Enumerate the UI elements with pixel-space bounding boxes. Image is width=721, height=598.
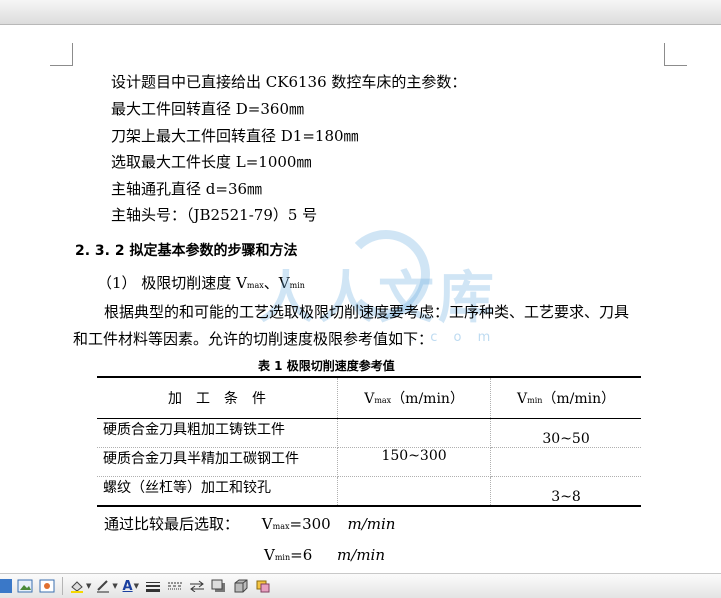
cell-vmin: 30~50 [490, 418, 641, 448]
result-vmin-value: =6 [290, 546, 313, 564]
header-vmax: Vmax（m/min） [336, 376, 492, 419]
cell-vmax: 150~300 [336, 447, 492, 477]
header-vmin-unit: （m/min） [542, 391, 616, 407]
result-vmax-unit: m/min [347, 515, 396, 533]
fill-color-icon[interactable]: ▼ [69, 576, 91, 596]
line-color-icon[interactable]: ▼ [95, 576, 118, 596]
result-vmax-symbol: V [261, 515, 273, 533]
toolbar-separator [62, 577, 63, 595]
doc-line: 主轴通孔直径 d=36㎜ [111, 180, 263, 198]
result-intro: 通过比较最后选取： [104, 515, 240, 533]
line-style-icon[interactable] [144, 576, 162, 596]
doc-line: 设计题目中已直接给出 CK6136 数控车床的主参数： [111, 73, 467, 91]
fill-color-dropdown-icon[interactable]: ▼ [86, 582, 91, 590]
insert-picture-icon[interactable] [16, 576, 34, 596]
3d-style-icon[interactable] [232, 576, 250, 596]
result-vmax: Vmax=300 [262, 515, 331, 533]
table-caption: 表 1 极限切削速度参考值 [258, 359, 395, 373]
header-vmin-sub: min [527, 396, 543, 405]
result-vmax-value: =300 [289, 515, 331, 533]
speed-table: 加 工 条 件 Vmax（m/min） Vmin（m/min） 硬质合金刀具粗加… [97, 376, 641, 507]
paragraph-line: 根据典型的和可能的工艺选取极限切削速度要考虑：工序种类、工艺要求、刀具 [104, 303, 630, 321]
text-box-icon[interactable] [0, 579, 12, 593]
header-vmax-unit: （m/min） [391, 391, 464, 407]
result-vmin-sub: min [274, 553, 291, 562]
header-vmax-symbol: V [364, 391, 375, 407]
header-vmin-symbol: V [516, 391, 528, 407]
table-row: 螺纹（丝杠等）加工和铰孔 3~8 [97, 476, 641, 507]
doc-line: 主轴头号：（JB2521-79）5 号 [111, 206, 318, 224]
cell-vmin [490, 447, 641, 477]
document-page[interactable]: 设计题目中已直接给出 CK6136 数控车床的主参数： 最大工件回转直径 D=3… [0, 25, 721, 573]
doc-line: 选取最大工件长度 L=1000㎜ [111, 153, 312, 171]
header-vmin: Vmin（m/min） [490, 376, 641, 419]
header-condition: 加 工 条 件 [97, 376, 338, 419]
item-prefix: （1） 极限切削速度 V [97, 274, 247, 292]
shadow-style-icon[interactable] [210, 576, 228, 596]
dash-style-icon[interactable] [166, 576, 184, 596]
page-corner-mark-left [50, 43, 73, 66]
font-color-glyph: A [122, 578, 133, 594]
result-vmax-sub: max [272, 522, 290, 531]
cell-condition: 螺纹（丝杠等）加工和铰孔 [97, 476, 338, 507]
result-line: 通过比较最后选取： Vmax=300 m/min [104, 515, 395, 536]
insert-image-icon[interactable] [38, 576, 56, 596]
result-vmin-unit: m/min [337, 546, 386, 564]
select-objects-icon[interactable] [254, 576, 272, 596]
table-header-row: 加 工 条 件 Vmax（m/min） Vmin（m/min） [97, 376, 641, 419]
watermark-text: 人人文库 [258, 266, 498, 331]
line-color-dropdown-icon[interactable]: ▼ [112, 582, 117, 590]
header-vmax-sub: max [374, 396, 392, 405]
cell-condition: 硬质合金刀具半精加工碳钢工件 [97, 447, 338, 477]
doc-line: 最大工件回转直径 D=360㎜ [111, 100, 304, 118]
result-line: Vmin=6 m/min [264, 546, 385, 567]
arrow-style-icon[interactable] [188, 576, 206, 596]
font-color-dropdown-icon[interactable]: ▼ [134, 582, 139, 590]
cell-vmax [336, 418, 492, 448]
table-row: 硬质合金刀具半精加工碳钢工件 150~300 [97, 447, 641, 477]
font-color-icon[interactable]: A ▼ [122, 576, 140, 596]
page-corner-mark-right [664, 43, 687, 66]
cell-vmax [336, 476, 492, 507]
window-top-bar [0, 0, 721, 25]
table-row: 硬质合金刀具粗加工铸铁工件 30~50 [97, 418, 641, 448]
cell-condition: 硬质合金刀具粗加工铸铁工件 [97, 418, 338, 448]
result-vmin: Vmin=6 [264, 546, 312, 564]
paragraph-line: 和工件材料等因素。允许的切削速度极限参考值如下： [73, 330, 434, 348]
drawing-toolbar: ▼ ▼ A ▼ [0, 573, 721, 598]
cell-vmin: 3~8 [490, 476, 641, 507]
result-vmin-symbol: V [264, 546, 275, 564]
doc-line: 刀架上最大工件回转直径 D1=180㎜ [111, 127, 359, 145]
